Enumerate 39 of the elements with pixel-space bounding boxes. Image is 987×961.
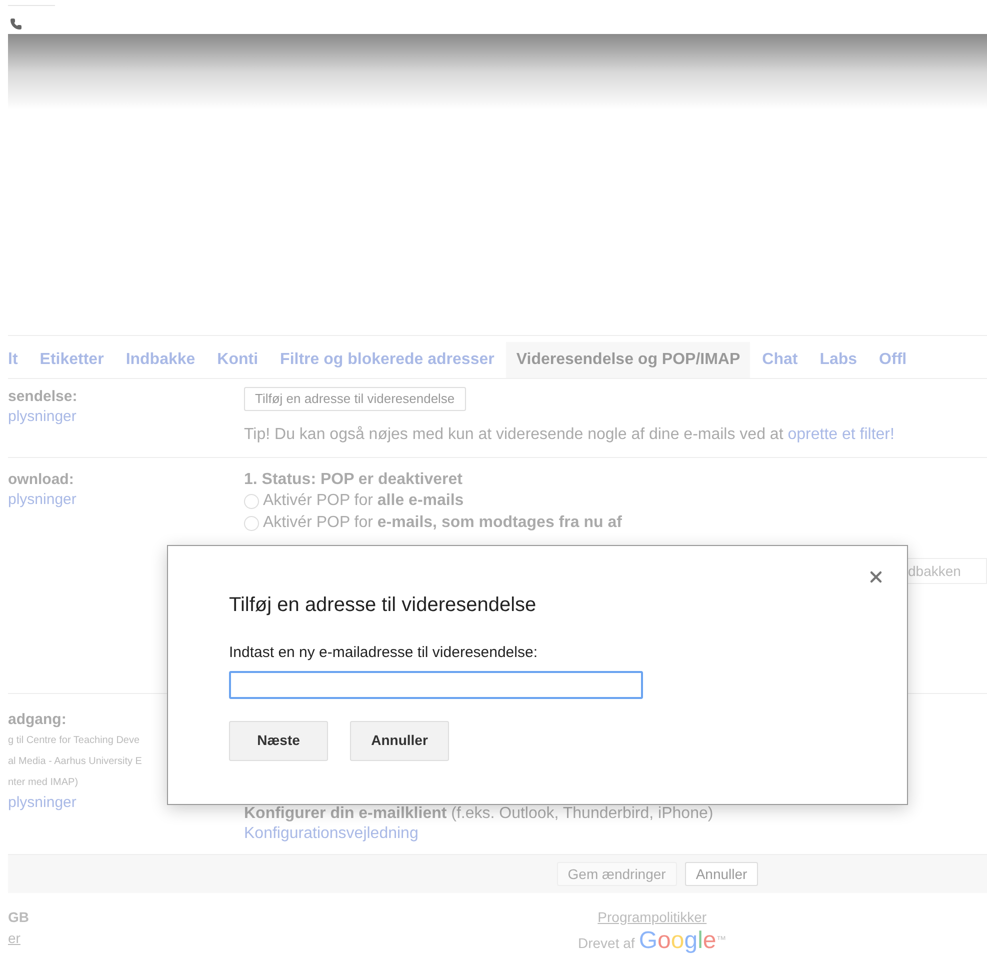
details-link[interactable]: plysninger [8, 407, 244, 427]
settings-tab[interactable]: Konti [207, 342, 268, 378]
radio-label: Aktivér POP for e-mails, som modtages fra nu af [263, 513, 622, 533]
settings-tab[interactable]: Filtre og blokerede adresser [270, 342, 504, 378]
action-button[interactable]: Annuller [684, 862, 758, 886]
dialog-button[interactable]: Annuller [350, 720, 449, 760]
details-link[interactable]: plysninger [8, 490, 244, 510]
phone-icon[interactable] [10, 18, 22, 30]
dialog-title: Tilføj en adresse til videresendelse [229, 593, 538, 618]
powered-by-text: Drevet af [578, 934, 635, 953]
storage-text: GB [8, 908, 30, 927]
email-input-field[interactable] [229, 670, 643, 698]
radio-label: Aktivér POP for alle e-mails [263, 491, 464, 511]
settings-tab[interactable]: Offl [869, 342, 917, 378]
account-note: nter med IMAP) [8, 776, 80, 790]
section-title: adgang: [8, 710, 68, 730]
settings-tab[interactable]: Labs [810, 342, 868, 378]
settings-tab[interactable]: Videresendelse og POP/IMAP [506, 342, 750, 378]
section-title: sendelse: [8, 387, 78, 407]
tip-text: Tip! Du kan også nøjes med kun at videresende nogle af dine e-mails ved at [244, 426, 784, 443]
add-forwarding-button[interactable]: Tilføj en adresse til videresendelse [244, 387, 466, 411]
pop-status: 1. Status: POP er deaktiveret [244, 470, 464, 490]
google-logo: Google™ [638, 928, 726, 954]
policy-link[interactable]: Programpolitikker [598, 907, 707, 928]
dialog-button[interactable]: Næste [229, 720, 328, 760]
create-filter-link[interactable]: oprette et filter! [788, 426, 894, 443]
field-label: Indtast en ny e-mailadresse til videresendelse: [229, 643, 538, 663]
settings-tab[interactable]: lt [8, 342, 28, 378]
client-config-text: Konfigurer din e-mailklient (f.eks. Outlook, Thunderbird, iPhone) [244, 804, 714, 824]
settings-tab[interactable]: Etiketter [30, 342, 114, 378]
settings-tab[interactable]: Chat [752, 342, 808, 378]
radio-button[interactable] [244, 516, 259, 530]
section-title: ownload: [8, 470, 75, 490]
account-note: g til Centre for Teaching Deve [8, 734, 141, 748]
radio-button[interactable] [244, 494, 259, 508]
config-guide-link[interactable]: Konfigurationsvejledning [244, 824, 714, 844]
storage-link[interactable]: er [8, 928, 20, 949]
account-note: al Media - Aarhus University E [8, 755, 143, 769]
settings-tab[interactable]: Indbakke [116, 342, 206, 378]
